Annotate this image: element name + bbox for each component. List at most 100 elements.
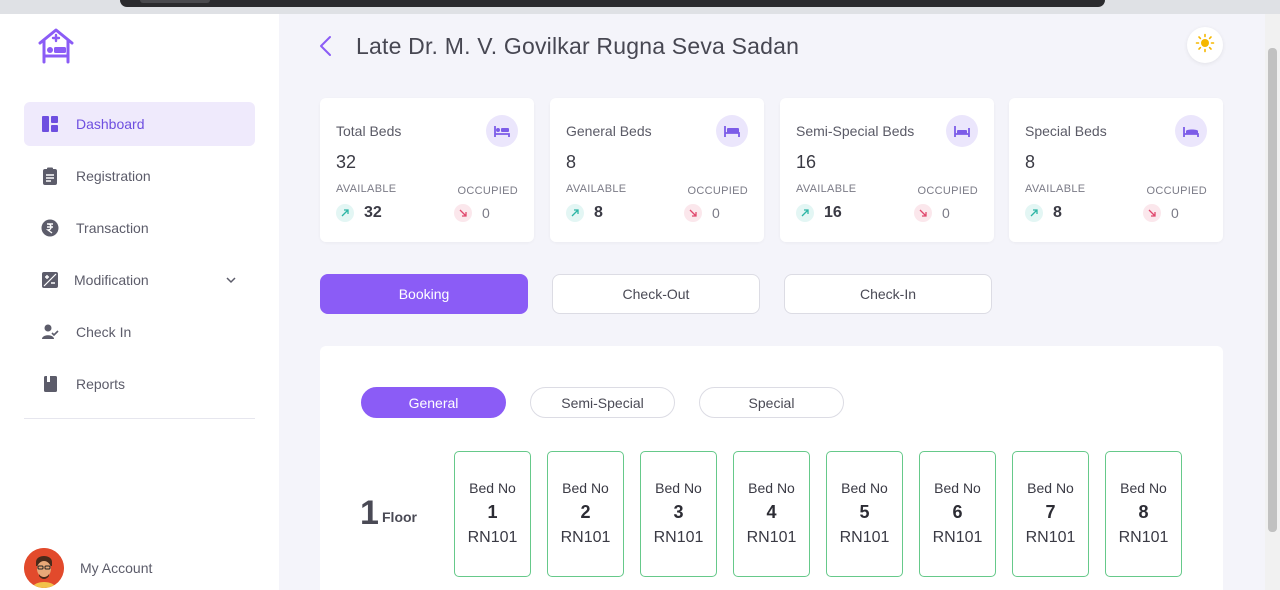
bed-label: Bed No xyxy=(748,480,795,496)
sidebar-item-label: Reports xyxy=(76,376,126,392)
bed-label: Bed No xyxy=(469,480,516,496)
bed-card[interactable]: Bed No 8 RN101 xyxy=(1105,451,1182,577)
bed-card[interactable]: Bed No 6 RN101 xyxy=(919,451,996,577)
sidebar-item-label: Modification xyxy=(74,272,149,288)
occupied-count: 0 xyxy=(942,205,950,221)
available-label: AVAILABLE xyxy=(796,183,857,195)
occupied-count: 0 xyxy=(712,205,720,221)
scrollbar-thumb[interactable] xyxy=(1268,48,1277,532)
sidebar: Dashboard Registration Transaction Modif… xyxy=(0,14,279,590)
available-count: 32 xyxy=(364,204,382,221)
rupee-icon xyxy=(41,219,59,237)
available-count: 16 xyxy=(824,204,842,221)
occupied-row: 0 xyxy=(914,204,950,222)
bed-icon xyxy=(716,115,748,147)
book-icon xyxy=(41,375,59,393)
page-title: Late Dr. M. V. Govilkar Rugna Seva Sadan xyxy=(356,33,800,59)
sidebar-divider xyxy=(24,418,255,419)
bed-card[interactable]: Bed No 1 RN101 xyxy=(454,451,531,577)
bed-room: RN101 xyxy=(467,529,518,546)
stat-card-title: Special Beds xyxy=(1025,123,1107,139)
available-row: 8 xyxy=(1025,204,1062,222)
booking-button[interactable]: Booking xyxy=(320,274,528,314)
sidebar-item-transaction[interactable]: Transaction xyxy=(24,206,255,250)
back-arrow-icon[interactable] xyxy=(316,34,336,58)
bed-card[interactable]: Bed No 4 RN101 xyxy=(733,451,810,577)
floor-label: Floor xyxy=(382,509,417,525)
bed-card[interactable]: Bed No 7 RN101 xyxy=(1012,451,1089,577)
browser-tab[interactable] xyxy=(140,0,210,3)
chevron-down-icon[interactable] xyxy=(225,273,237,285)
sidebar-item-label: Transaction xyxy=(76,220,149,236)
bed-icon xyxy=(946,115,978,147)
my-account-label: My Account xyxy=(80,560,153,576)
available-row: 16 xyxy=(796,204,842,222)
clipboard-icon xyxy=(41,167,59,185)
page-scrollbar[interactable] xyxy=(1265,14,1280,590)
stat-card-semi-special-beds: Semi-Special Beds 16 AVAILABLE OCCUPIED … xyxy=(780,98,994,242)
sidebar-item-label: Check In xyxy=(76,324,132,340)
sidebar-item-registration[interactable]: Registration xyxy=(24,154,255,198)
hospital-bed-logo-icon[interactable] xyxy=(36,26,76,66)
occupied-label: OCCUPIED xyxy=(1146,185,1207,197)
stat-card-special-beds: Special Beds 8 AVAILABLE OCCUPIED 8 0 xyxy=(1009,98,1223,242)
theme-toggle-button[interactable] xyxy=(1187,27,1223,63)
bed-type-general-button[interactable]: General xyxy=(361,387,506,418)
bed-room: RN101 xyxy=(560,529,611,546)
sun-icon xyxy=(1195,33,1215,58)
my-account[interactable]: My Account xyxy=(24,548,152,588)
bed-label: Bed No xyxy=(562,480,609,496)
occupied-label: OCCUPIED xyxy=(687,185,748,197)
bed-booking-panel: General Semi-Special Special 1 Floor Bed… xyxy=(320,346,1223,590)
bed-number: 5 xyxy=(859,502,870,522)
stat-card-total: 32 xyxy=(336,152,357,172)
stat-card-total: 8 xyxy=(1025,152,1036,172)
occupied-label: OCCUPIED xyxy=(457,185,518,197)
stat-card-title: Semi-Special Beds xyxy=(796,123,915,139)
arrow-down-right-icon xyxy=(1143,204,1161,222)
check-out-button[interactable]: Check-Out xyxy=(552,274,760,314)
bed-type-semi-special-button[interactable]: Semi-Special xyxy=(530,387,675,418)
stat-card-title: General Beds xyxy=(566,123,652,139)
avatar[interactable] xyxy=(24,548,64,588)
bed-room: RN101 xyxy=(746,529,797,546)
sidebar-item-check-in[interactable]: Check In xyxy=(24,310,255,354)
bed-number: 8 xyxy=(1138,502,1149,522)
plus-minus-icon xyxy=(41,271,59,289)
arrow-down-right-icon xyxy=(684,204,702,222)
arrow-up-right-icon xyxy=(796,204,814,222)
sidebar-item-label: Registration xyxy=(76,168,151,184)
sidebar-item-modification[interactable]: Modification xyxy=(24,258,255,302)
bed-room: RN101 xyxy=(653,529,704,546)
bed-room: RN101 xyxy=(1025,529,1076,546)
occupied-count: 0 xyxy=(482,205,490,221)
bed-card[interactable]: Bed No 3 RN101 xyxy=(640,451,717,577)
arrow-down-right-icon xyxy=(454,204,472,222)
bed-card[interactable]: Bed No 2 RN101 xyxy=(547,451,624,577)
browser-tab-strip xyxy=(120,0,1105,7)
bed-number: 3 xyxy=(673,502,684,522)
dashboard-icon xyxy=(41,115,59,133)
check-in-button[interactable]: Check-In xyxy=(784,274,992,314)
bed-number: 6 xyxy=(952,502,963,522)
bed-number: 7 xyxy=(1045,502,1056,522)
arrow-down-right-icon xyxy=(914,204,932,222)
stat-card-total: 16 xyxy=(796,152,817,172)
stat-card-total-beds: Total Beds 32 AVAILABLE OCCUPIED 32 0 xyxy=(320,98,534,242)
available-row: 32 xyxy=(336,204,382,222)
available-label: AVAILABLE xyxy=(336,183,397,195)
bed-room: RN101 xyxy=(1118,529,1169,546)
available-row: 8 xyxy=(566,204,603,222)
bed-card[interactable]: Bed No 5 RN101 xyxy=(826,451,903,577)
sidebar-item-reports[interactable]: Reports xyxy=(24,362,255,406)
occupied-count: 0 xyxy=(1171,205,1179,221)
available-label: AVAILABLE xyxy=(1025,183,1086,195)
bed-icon xyxy=(1175,115,1207,147)
bed-number: 4 xyxy=(766,502,777,522)
browser-chrome xyxy=(0,0,1280,14)
bed-type-special-button[interactable]: Special xyxy=(699,387,844,418)
available-label: AVAILABLE xyxy=(566,183,627,195)
occupied-row: 0 xyxy=(1143,204,1179,222)
sidebar-item-dashboard[interactable]: Dashboard xyxy=(24,102,255,146)
stat-card-general-beds: General Beds 8 AVAILABLE OCCUPIED 8 0 xyxy=(550,98,764,242)
